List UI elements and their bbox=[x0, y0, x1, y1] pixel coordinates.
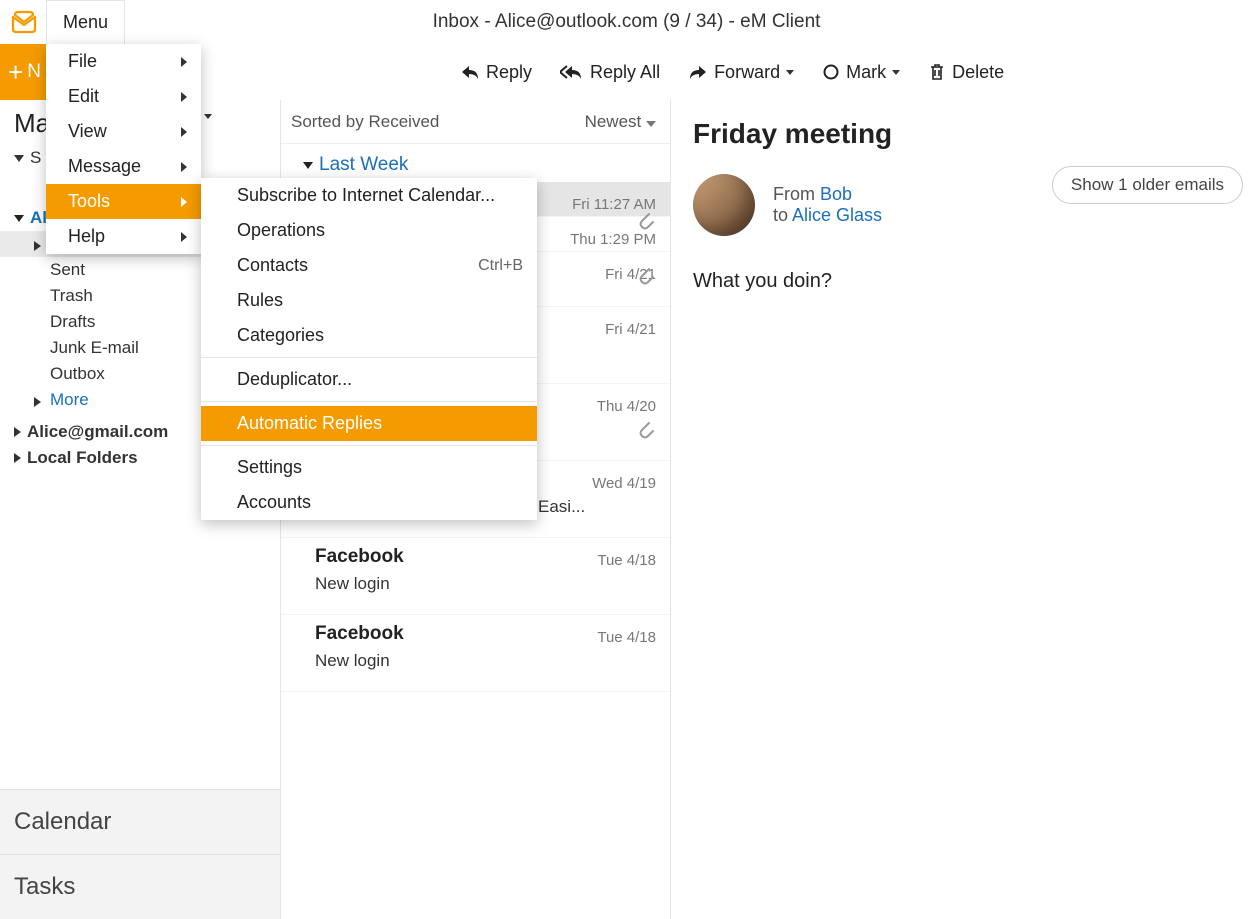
message-time: Thu 1:29 PM bbox=[570, 231, 656, 248]
menu-button[interactable]: Menu bbox=[46, 0, 125, 44]
menu-view[interactable]: View bbox=[46, 114, 201, 149]
delete-label: Delete bbox=[952, 62, 1004, 83]
mark-caret-icon bbox=[892, 70, 900, 75]
sort-order-toggle[interactable]: Newest bbox=[585, 112, 656, 132]
tools-deduplicator[interactable]: Deduplicator... bbox=[201, 362, 537, 397]
submenu-arrow-icon bbox=[181, 92, 187, 102]
menu-view-label: View bbox=[68, 121, 107, 142]
submenu-arrow-icon bbox=[181, 127, 187, 137]
reply-all-button[interactable]: Reply All bbox=[560, 62, 660, 83]
menu-separator bbox=[201, 445, 537, 446]
delete-button[interactable]: Delete bbox=[928, 62, 1004, 83]
tools-contacts[interactable]: ContactsCtrl+B bbox=[201, 248, 537, 283]
menu-message[interactable]: Message bbox=[46, 149, 201, 184]
account-gmail-label: Alice@gmail.com bbox=[27, 422, 168, 442]
message-group-header[interactable]: Last Week bbox=[281, 144, 670, 182]
menu-edit[interactable]: Edit bbox=[46, 79, 201, 114]
from-link[interactable]: Bob bbox=[820, 184, 852, 204]
chevron-down-icon bbox=[14, 155, 24, 162]
menu-separator bbox=[201, 357, 537, 358]
plus-icon: + bbox=[8, 57, 23, 88]
submenu-arrow-icon bbox=[181, 57, 187, 67]
menu-tools[interactable]: Tools bbox=[46, 184, 201, 219]
window-title: Inbox - Alice@outlook.com (9 / 34) - eM … bbox=[0, 0, 1253, 44]
message-time: Tue 4/18 bbox=[597, 629, 656, 646]
tools-settings[interactable]: Settings bbox=[201, 450, 537, 485]
sort-order-label: Newest bbox=[585, 112, 642, 131]
chevron-right-icon bbox=[14, 427, 21, 437]
reply-all-icon bbox=[560, 64, 584, 80]
chevron-down-icon bbox=[303, 162, 313, 169]
menu-help[interactable]: Help bbox=[46, 219, 201, 254]
submenu-arrow-icon bbox=[181, 162, 187, 172]
message-time: Wed 4/19 bbox=[592, 475, 656, 492]
chevron-right-icon bbox=[34, 241, 41, 251]
menu-tools-label: Tools bbox=[68, 191, 110, 212]
to-prefix: to bbox=[773, 205, 792, 225]
forward-label: Forward bbox=[714, 62, 780, 83]
menu-file-label: File bbox=[68, 51, 97, 72]
reply-all-label: Reply All bbox=[590, 62, 660, 83]
show-older-emails-button[interactable]: Show 1 older emails bbox=[1052, 166, 1243, 204]
local-folders-label: Local Folders bbox=[27, 448, 138, 468]
sort-by-label[interactable]: Sorted by Received bbox=[291, 112, 439, 132]
tools-subscribe-calendar[interactable]: Subscribe to Internet Calendar... bbox=[201, 178, 537, 213]
tools-categories[interactable]: Categories bbox=[201, 318, 537, 353]
tools-rules[interactable]: Rules bbox=[201, 283, 537, 318]
message-body: What you doin? bbox=[693, 270, 1231, 293]
reply-icon bbox=[460, 64, 480, 80]
to-link[interactable]: Alice Glass bbox=[792, 205, 882, 225]
chevron-right-icon bbox=[34, 397, 41, 407]
attachment-icon bbox=[638, 211, 656, 231]
tools-submenu-popup: Subscribe to Internet Calendar... Operat… bbox=[201, 178, 537, 520]
reply-label: Reply bbox=[486, 62, 532, 83]
chevron-down-icon bbox=[14, 215, 24, 222]
mark-label: Mark bbox=[846, 62, 886, 83]
contacts-shortcut: Ctrl+B bbox=[478, 257, 523, 275]
message-time: Fri 4/21 bbox=[605, 321, 656, 338]
menu-edit-label: Edit bbox=[68, 86, 99, 107]
message-subject: Friday meeting bbox=[693, 118, 1231, 150]
new-button-label: N bbox=[27, 61, 41, 83]
main-menu-popup: File Edit View Message Tools Help bbox=[46, 44, 201, 254]
attachment-icon bbox=[638, 266, 656, 286]
message-subject-preview: New login bbox=[315, 574, 656, 594]
from-prefix: From bbox=[773, 184, 820, 204]
more-label: More bbox=[50, 390, 89, 409]
mark-button[interactable]: Mark bbox=[822, 62, 900, 83]
trash-icon bbox=[928, 62, 946, 82]
tools-accounts[interactable]: Accounts bbox=[201, 485, 537, 520]
tab-tasks[interactable]: Tasks bbox=[0, 854, 280, 919]
tools-operations[interactable]: Operations bbox=[201, 213, 537, 248]
sender-avatar bbox=[693, 174, 755, 236]
message-time: Thu 4/20 bbox=[597, 398, 656, 415]
tab-calendar[interactable]: Calendar bbox=[0, 789, 280, 854]
chevron-right-icon bbox=[14, 453, 21, 463]
tools-automatic-replies[interactable]: Automatic Replies bbox=[201, 406, 537, 441]
mark-icon bbox=[822, 63, 840, 81]
forward-button[interactable]: Forward bbox=[688, 62, 794, 83]
reply-button[interactable]: Reply bbox=[460, 62, 532, 83]
message-time: Tue 4/18 bbox=[597, 552, 656, 569]
message-item[interactable]: FacebookTue 4/18New login bbox=[281, 538, 670, 615]
forward-icon bbox=[688, 64, 708, 80]
menu-file[interactable]: File bbox=[46, 44, 201, 79]
message-item[interactable]: FacebookTue 4/18New login bbox=[281, 615, 670, 692]
group-label: Last Week bbox=[319, 154, 408, 176]
forward-caret-icon bbox=[786, 70, 794, 75]
app-logo-icon bbox=[2, 0, 46, 44]
menu-help-label: Help bbox=[68, 226, 105, 247]
smart-folders-label: S bbox=[30, 148, 41, 168]
menu-message-label: Message bbox=[68, 156, 141, 177]
submenu-arrow-icon bbox=[181, 232, 187, 242]
chevron-down-icon bbox=[646, 121, 656, 127]
menu-separator bbox=[201, 401, 537, 402]
attachment-icon bbox=[638, 420, 656, 440]
message-subject-preview: New login bbox=[315, 651, 656, 671]
submenu-arrow-icon bbox=[181, 197, 187, 207]
